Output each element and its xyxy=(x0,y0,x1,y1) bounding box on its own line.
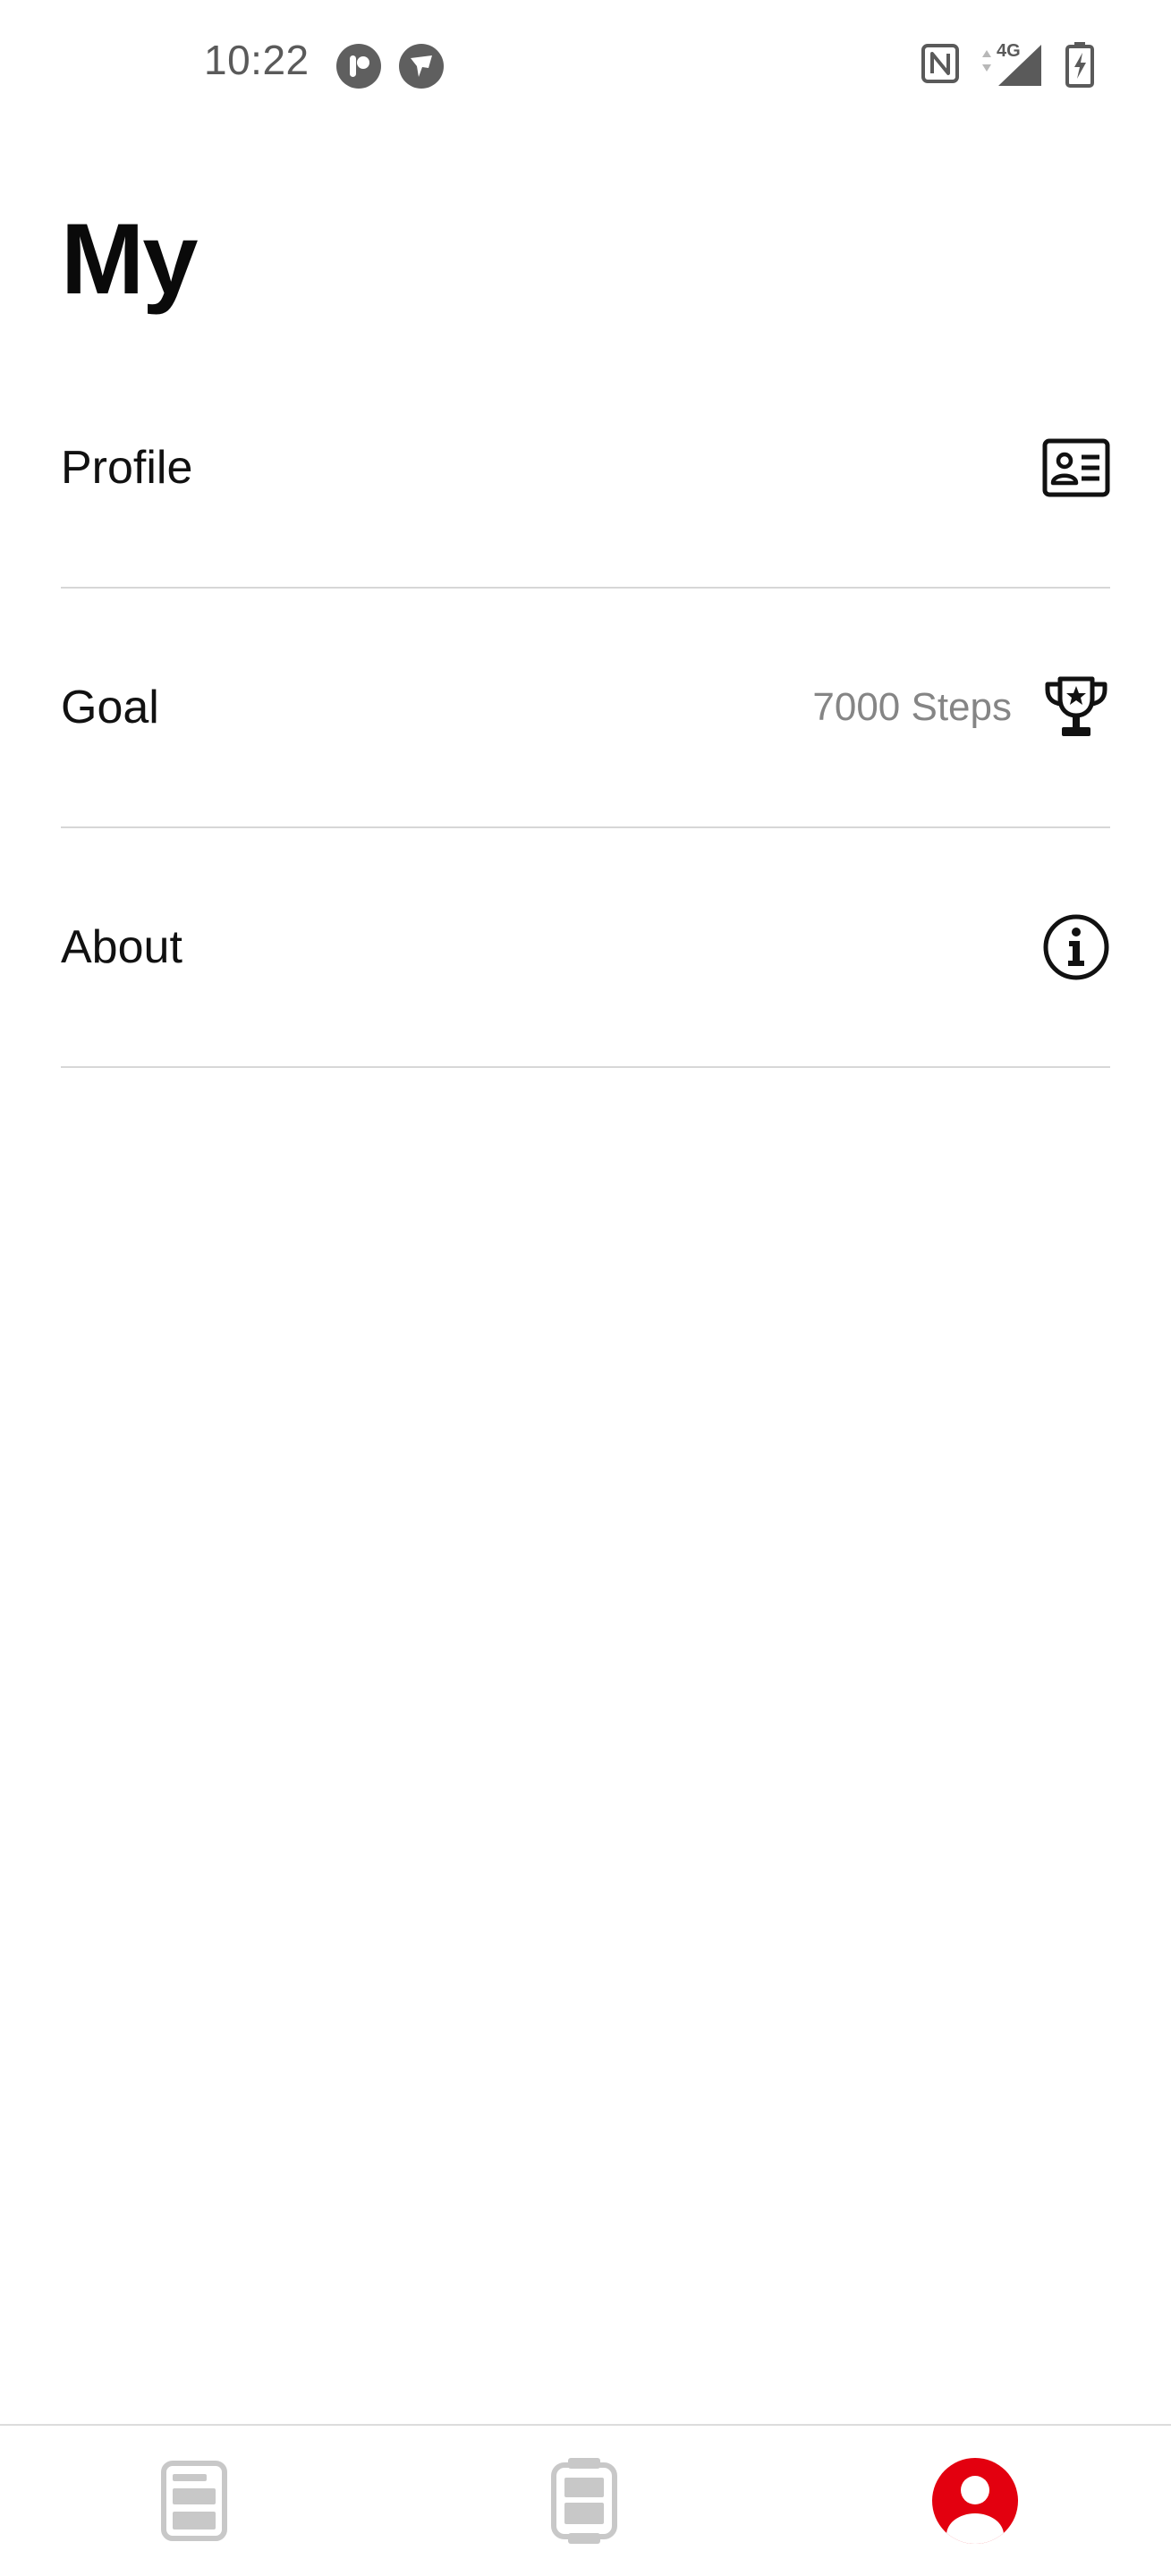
menu-item-profile[interactable]: Profile xyxy=(61,349,1110,589)
nfc-icon xyxy=(921,43,960,88)
goal-value: 7000 Steps xyxy=(812,685,1012,729)
menu-item-goal[interactable]: Goal 7000 Steps xyxy=(61,589,1110,828)
watch-icon xyxy=(550,2456,618,2546)
app-notification-icon xyxy=(336,44,381,89)
bottom-navigation xyxy=(0,2424,1171,2576)
info-icon xyxy=(1042,913,1110,981)
nav-item-dashboard[interactable] xyxy=(149,2456,239,2546)
network-type-label: 4G xyxy=(997,41,1021,61)
settings-menu-list: Profile Goal 7000 Steps About xyxy=(61,349,1110,1068)
page-title: My xyxy=(61,203,199,315)
dashboard-icon xyxy=(160,2460,228,2542)
status-bar: 10:22 4G xyxy=(0,0,1171,134)
menu-item-label: Profile xyxy=(61,442,193,494)
nav-item-watch[interactable] xyxy=(539,2456,629,2546)
menu-item-label: Goal xyxy=(61,682,159,733)
menu-item-about[interactable]: About xyxy=(61,828,1110,1068)
shield-notification-icon xyxy=(399,44,444,89)
id-card-icon xyxy=(1042,434,1110,502)
user-profile-icon xyxy=(932,2458,1018,2544)
nav-item-my[interactable] xyxy=(930,2456,1020,2546)
status-time: 10:22 xyxy=(204,37,310,83)
trophy-icon xyxy=(1042,674,1110,741)
menu-item-label: About xyxy=(61,921,182,973)
battery-charging-icon xyxy=(1065,41,1095,88)
